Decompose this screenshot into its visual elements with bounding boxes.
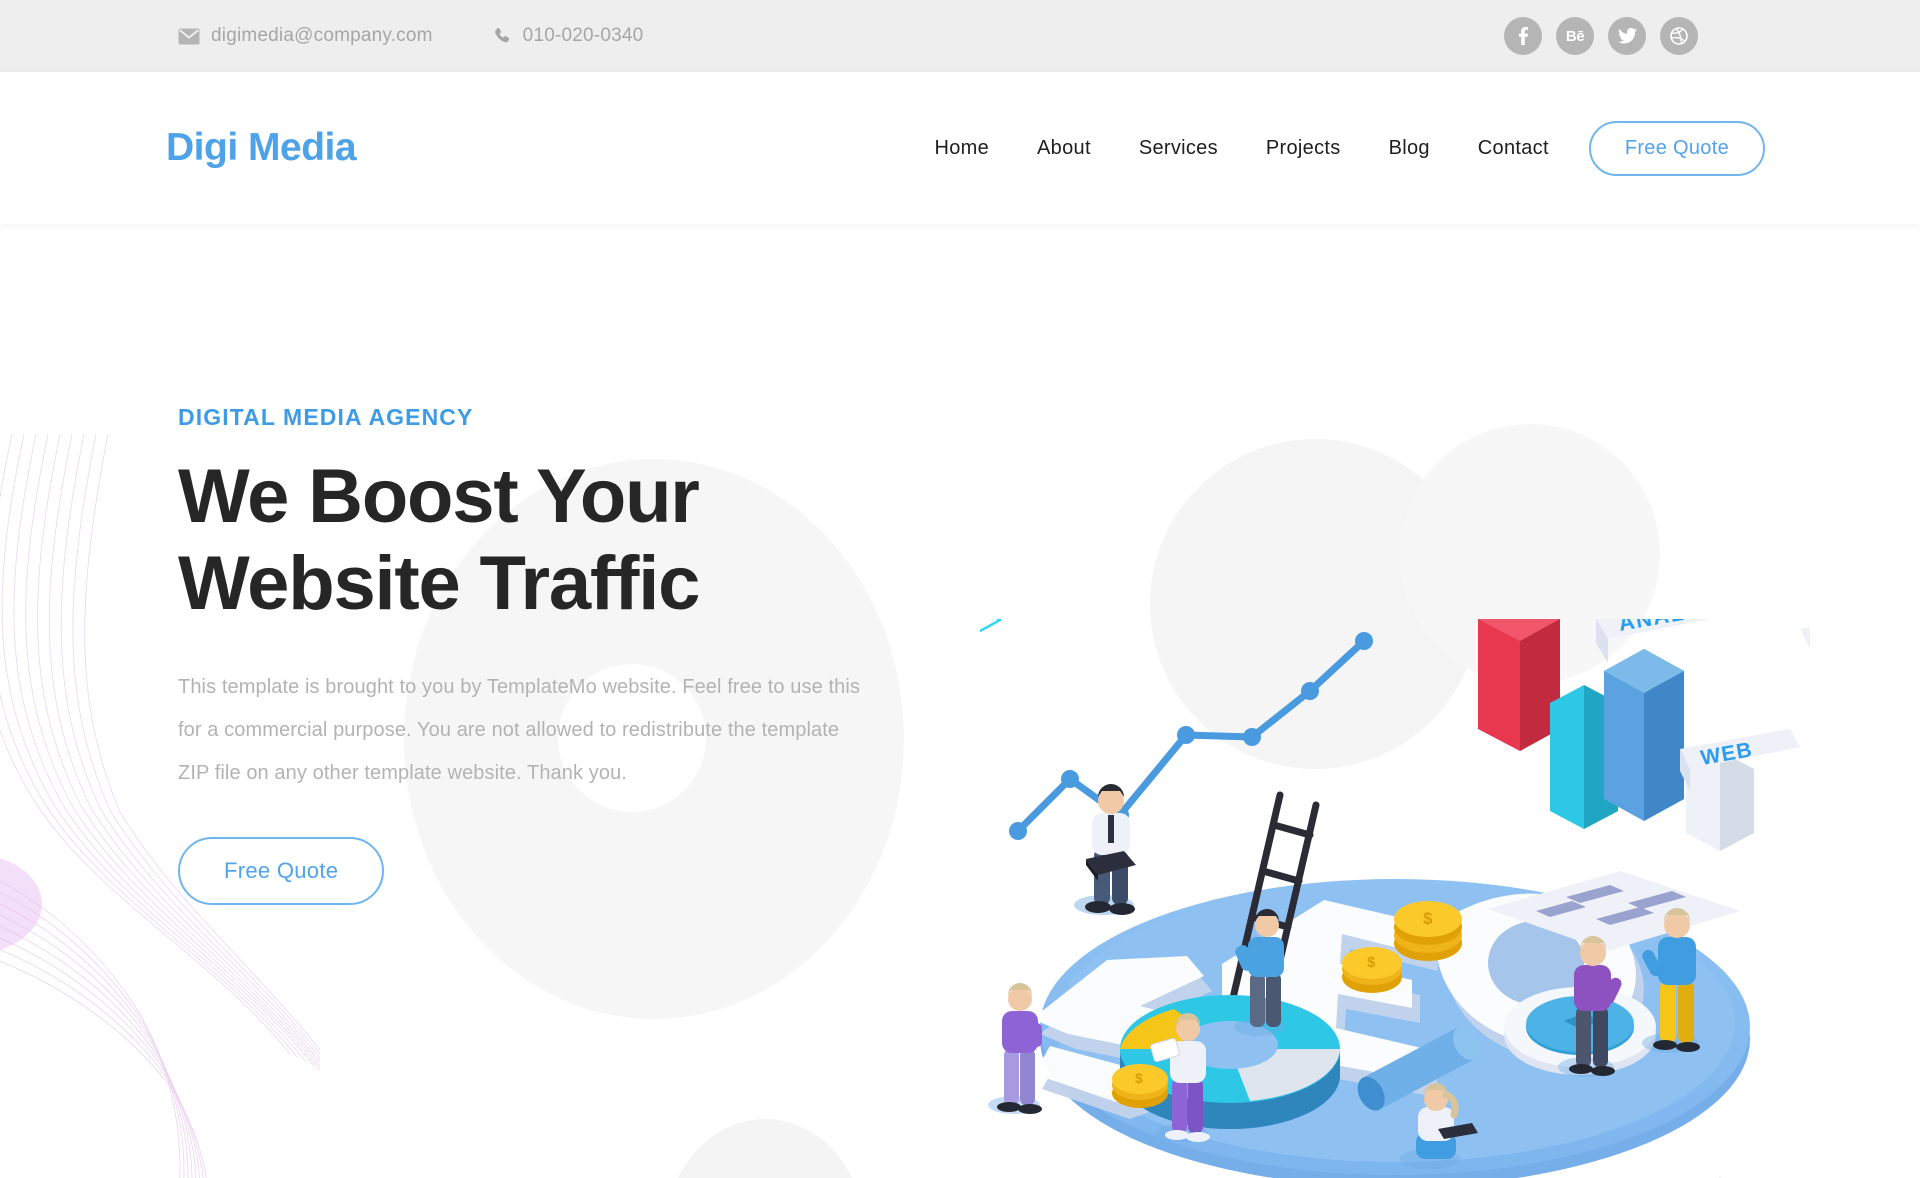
email-contact[interactable]: digimedia@company.com [178, 25, 433, 47]
nav-free-quote-button[interactable]: Free Quote [1588, 120, 1765, 176]
hero-eyebrow: DIGITAL MEDIA AGENCY [178, 404, 474, 430]
dribbble-icon[interactable] [1660, 17, 1698, 55]
top-contact-bar: digimedia@company.com 010-020-0340 Bē [0, 0, 1920, 72]
behance-icon[interactable]: Bē [1556, 17, 1594, 55]
phone-text: 010-020-0340 [522, 25, 644, 46]
nav-item-home[interactable]: Home [934, 137, 989, 160]
site-logo[interactable]: Digi Media [166, 126, 357, 170]
logo-text-part1: Dig [166, 126, 228, 169]
phone-icon [493, 27, 512, 46]
nav-item-about[interactable]: About [1037, 137, 1091, 160]
topbar-contact-group: digimedia@company.com 010-020-0340 [178, 25, 643, 47]
hero-paragraph: This template is brought to you by Templ… [178, 675, 861, 784]
facebook-icon[interactable] [1504, 17, 1542, 55]
email-text: digimedia@company.com [211, 25, 433, 46]
logo-text-part3: Media [248, 126, 357, 169]
hero-section: DIGITAL MEDIA AGENCY We Boost Your Websi… [0, 224, 1920, 1178]
nav-item-projects[interactable]: Projects [1266, 137, 1341, 160]
hero-copy-block: DIGITAL MEDIA AGENCY We Boost Your Websi… [178, 224, 878, 1178]
nav-item-services[interactable]: Services [1139, 137, 1218, 160]
nav-item-blog[interactable]: Blog [1389, 137, 1430, 160]
twitter-icon[interactable] [1608, 17, 1646, 55]
phone-contact[interactable]: 010-020-0340 [493, 25, 644, 47]
nav-menu: Home About Services Projects Blog Contac… [934, 137, 1588, 160]
social-links: Bē [1504, 17, 1760, 55]
logo-accent-dot [238, 126, 248, 169]
nav-item-contact[interactable]: Contact [1478, 137, 1549, 160]
main-navigation-bar: Digi Media Home About Services Projects … [0, 72, 1920, 224]
logo-text-part2: i [227, 126, 238, 169]
envelope-icon [178, 28, 200, 45]
hero-free-quote-button[interactable]: Free Quote [178, 836, 385, 905]
hero-title: We Boost Your Website Traffic [178, 454, 700, 627]
